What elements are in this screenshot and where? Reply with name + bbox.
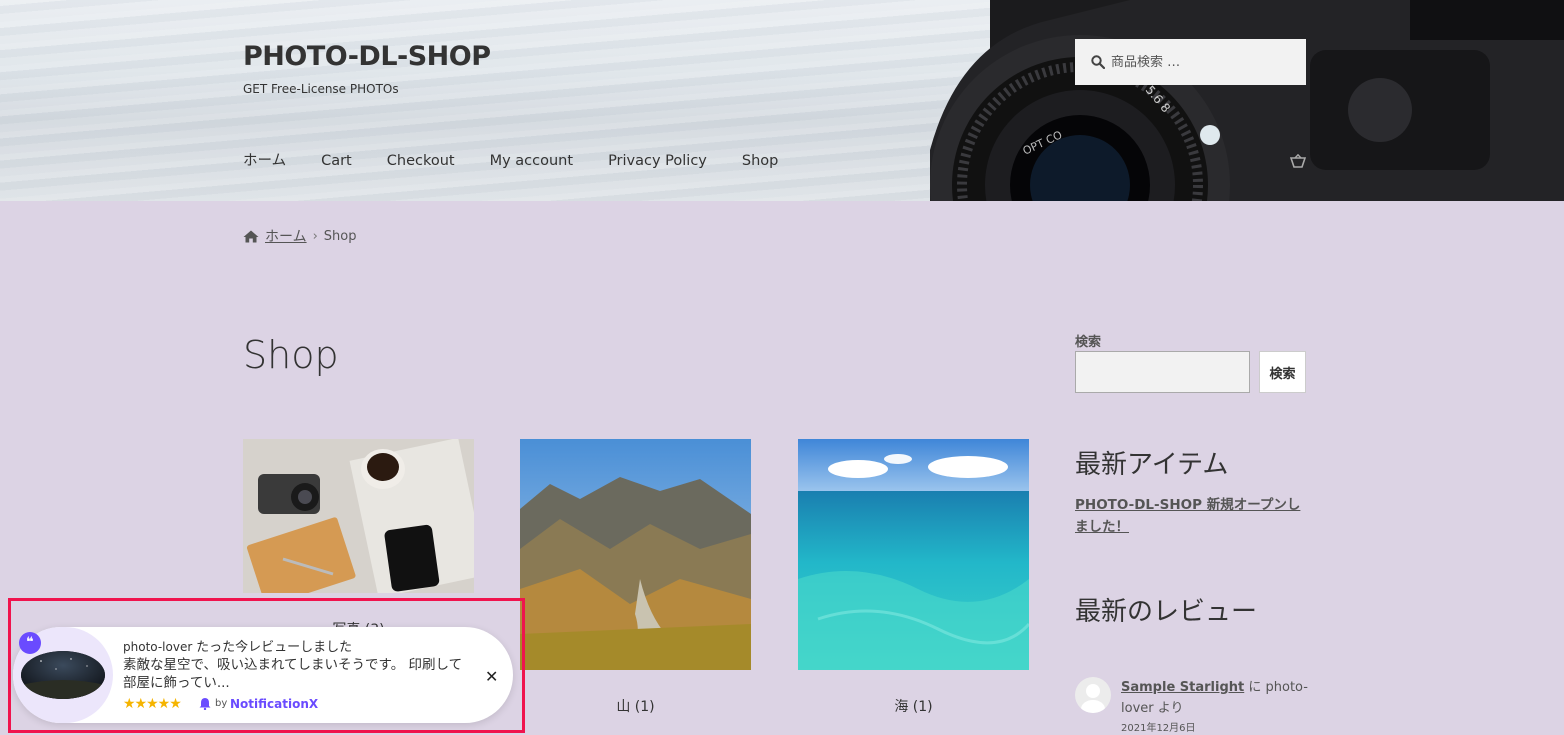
nav-home[interactable]: ホーム — [243, 151, 286, 171]
review-product-link[interactable]: Sample Starlight — [1121, 680, 1244, 695]
nav-cart[interactable]: Cart — [321, 151, 352, 171]
quote-icon: ❝ — [19, 632, 41, 654]
camera-header-image: OPT CO 5.6 8 — [930, 0, 1564, 201]
nav-shop[interactable]: Shop — [742, 151, 778, 171]
bell-icon — [199, 698, 211, 710]
breadcrumb-home-link[interactable]: ホーム — [265, 226, 307, 246]
breadcrumb-current: Shop — [323, 228, 357, 244]
sidebar-search-input[interactable] — [1075, 351, 1250, 393]
primary-nav: ホーム Cart Checkout My account Privacy Pol… — [243, 151, 813, 171]
product-category-mountain[interactable]: 山 (1) — [520, 439, 751, 716]
category-image-sea[interactable] — [798, 439, 1031, 670]
breadcrumb-separator: › — [312, 228, 318, 244]
product-search-input[interactable] — [1111, 54, 1291, 70]
category-image-mountain[interactable] — [520, 439, 751, 670]
recent-reviews-title: 最新のレビュー — [1075, 597, 1258, 627]
rating-stars: ★★★★★ — [123, 696, 182, 712]
nav-my-account[interactable]: My account — [490, 151, 573, 171]
sidebar-search-label: 検索 — [1075, 335, 1102, 350]
sidebar-search-button[interactable]: 検索 — [1259, 351, 1306, 393]
close-icon[interactable]: ✕ — [485, 667, 498, 686]
notification-thumbnail-frame: ❝ — [13, 627, 113, 723]
review-date: 2021年12月6日 — [1121, 723, 1196, 734]
notification-user: photo-lover — [123, 640, 193, 654]
notification-review-text: 素敵な星空で、吸い込まれてしまいそうです。 印刷して部屋に飾ってい... — [123, 657, 463, 691]
notification-action: たった今レビューしました — [196, 640, 353, 655]
product-category-sea[interactable]: 海 (1) — [798, 439, 1031, 716]
notification-header: photo-lover たった今レビューしました — [123, 636, 352, 655]
notification-thumbnail — [21, 651, 105, 699]
notificationx-brand-link[interactable]: NotificationX — [230, 697, 318, 711]
powered-by-label: by — [215, 698, 228, 709]
review-text: Sample Starlight に photo-lover より — [1121, 677, 1311, 719]
category-image-photo[interactable] — [243, 437, 488, 607]
avatar — [1075, 677, 1111, 713]
breadcrumb: ホーム › Shop — [243, 226, 357, 246]
site-title[interactable]: PHOTO-DL-SHOP — [243, 41, 491, 72]
site-header: OPT CO 5.6 8 PHOTO-DL-SHOP GET Free-Lice… — [0, 0, 1564, 201]
category-label-sea[interactable]: 海 (1) — [798, 696, 1029, 716]
nav-privacy-policy[interactable]: Privacy Policy — [608, 151, 707, 171]
category-label-mountain[interactable]: 山 (1) — [520, 696, 751, 716]
search-icon — [1091, 55, 1105, 69]
site-tagline: GET Free-License PHOTOs — [243, 82, 399, 96]
page-title: Shop — [243, 333, 339, 377]
nav-checkout[interactable]: Checkout — [387, 151, 455, 171]
product-search — [1075, 39, 1306, 85]
home-icon — [243, 230, 259, 242]
recent-item-link[interactable]: PHOTO-DL-SHOP 新規オープンしました！ — [1075, 494, 1310, 538]
notificationx-popup[interactable]: ❝ photo-lover たった今レビューしました 素敵な星空で、吸い込まれて… — [13, 627, 513, 723]
cart-icon[interactable] — [1290, 154, 1306, 168]
recent-items-title: 最新アイテム — [1075, 450, 1229, 480]
